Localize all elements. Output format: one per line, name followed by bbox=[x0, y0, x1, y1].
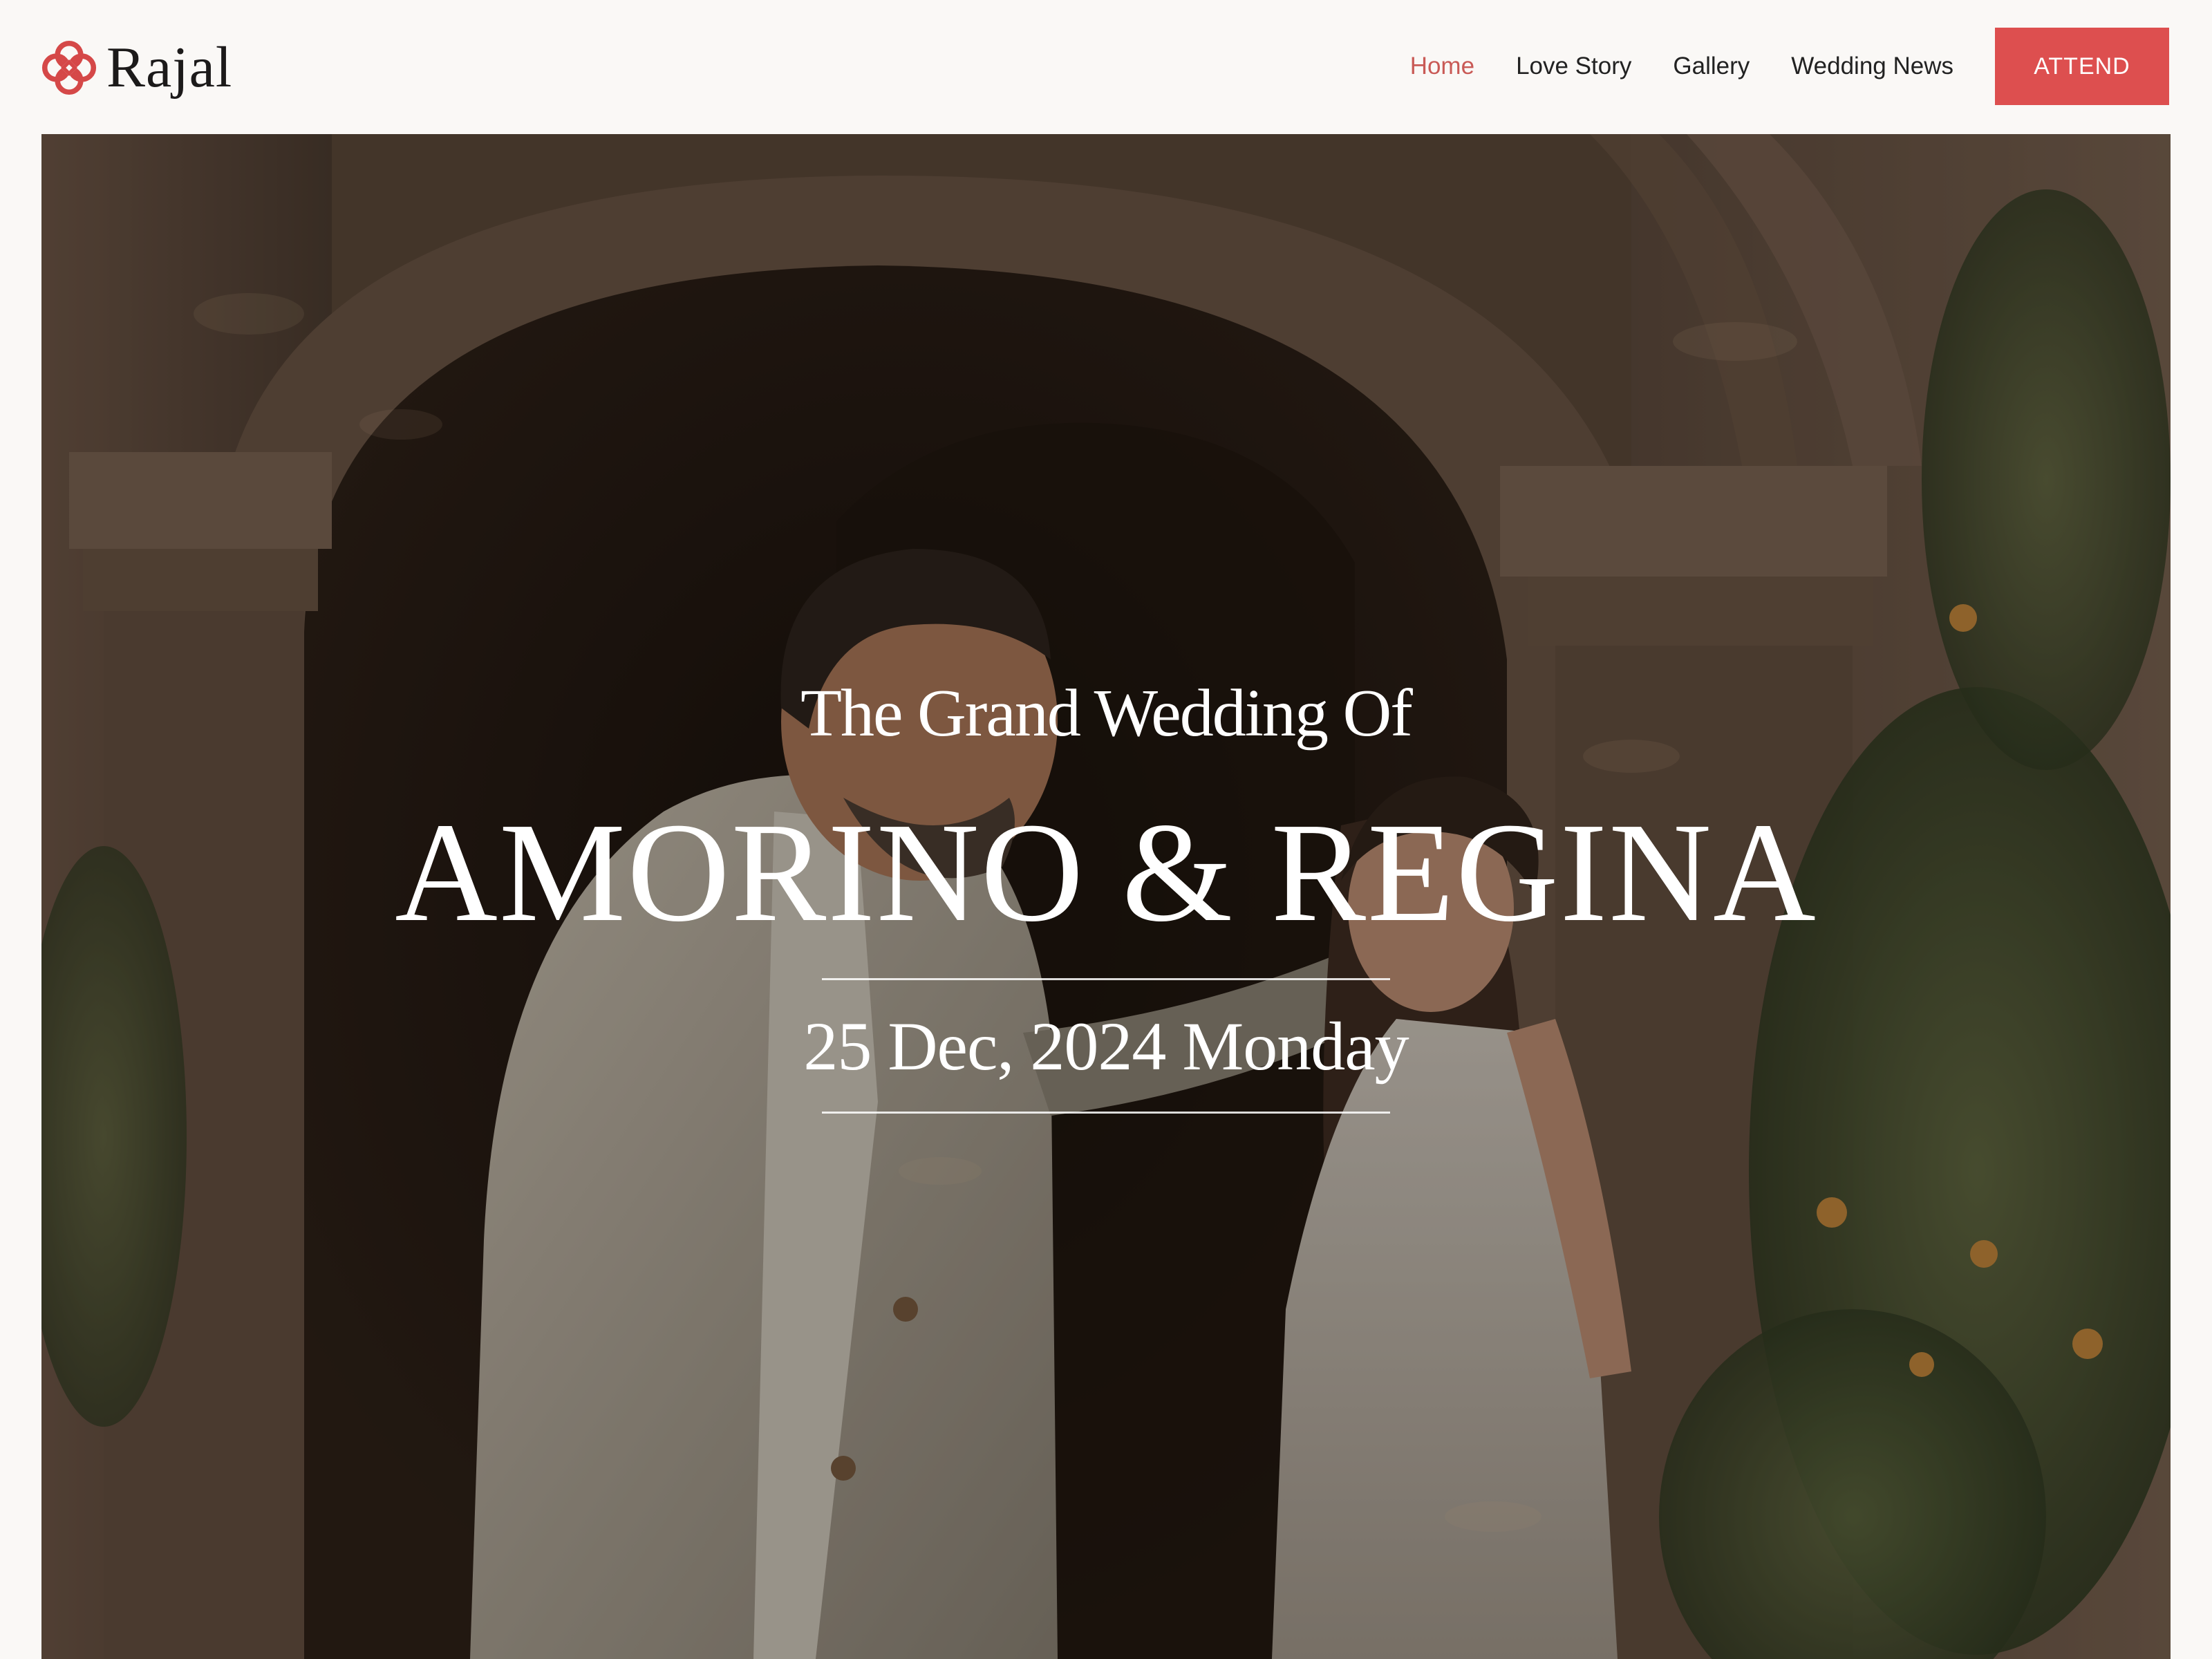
wedding-date: 25 Dec, 2024 Monday bbox=[803, 1008, 1409, 1085]
couple-names: AMORINO & REGINA bbox=[395, 793, 1817, 951]
attend-button[interactable]: ATTEND bbox=[1995, 28, 2169, 105]
nav-love-story-link[interactable]: Love Story bbox=[1516, 53, 1631, 80]
date-divider-top bbox=[822, 978, 1390, 980]
date-divider-bottom bbox=[822, 1112, 1390, 1114]
nav-home-link[interactable]: Home bbox=[1410, 53, 1474, 80]
brand-name: Rajal bbox=[106, 35, 233, 100]
brand-logo[interactable]: Rajal bbox=[40, 33, 232, 102]
hero-banner: The Grand Wedding Of AMORINO & REGINA 25… bbox=[41, 134, 2171, 1659]
nav-wedding-news-link[interactable]: Wedding News bbox=[1791, 53, 1953, 80]
hero-content: The Grand Wedding Of AMORINO & REGINA 25… bbox=[41, 134, 2171, 1116]
main-nav: Home Love Story Gallery Wedding News ATT… bbox=[1410, 28, 2169, 105]
quatrefoil-logo-icon bbox=[41, 40, 97, 95]
hero-kicker: The Grand Wedding Of bbox=[800, 676, 1413, 751]
nav-gallery-link[interactable]: Gallery bbox=[1673, 53, 1750, 80]
site-header: Rajal Home Love Story Gallery Wedding Ne… bbox=[0, 0, 2212, 134]
